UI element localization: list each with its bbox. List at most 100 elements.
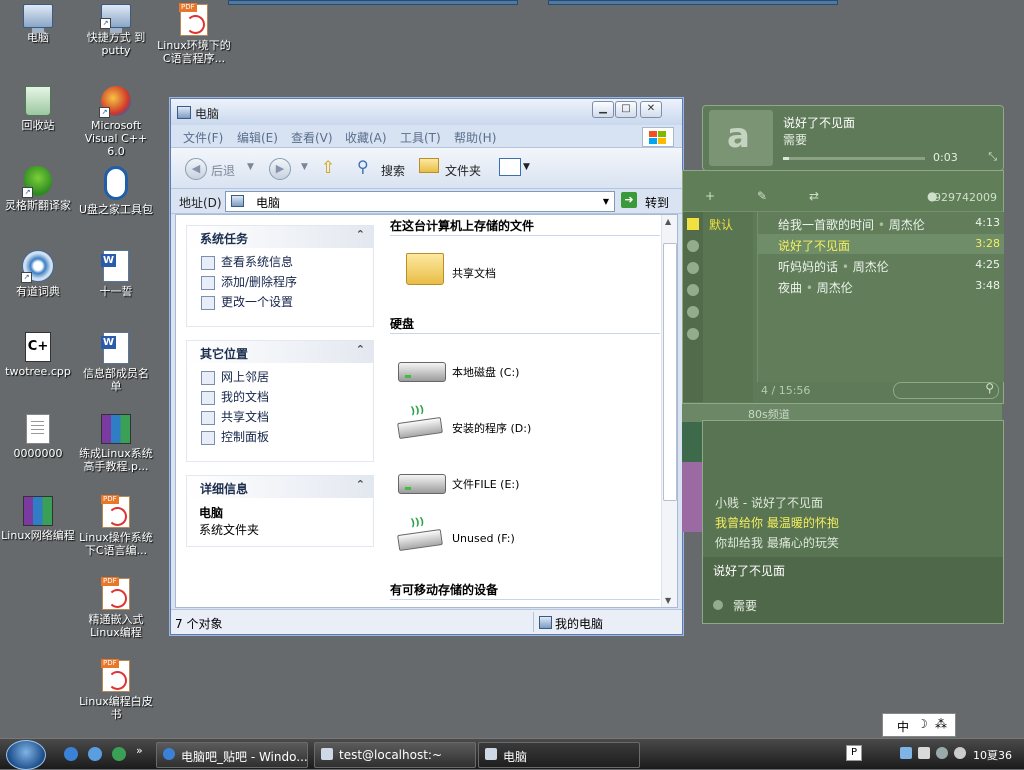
desktop-icon-youdao[interactable]: ↗ 有道词典	[0, 250, 76, 298]
collapse-icon[interactable]: ⌃	[356, 228, 365, 241]
progress-bar[interactable]	[783, 157, 925, 160]
go-button[interactable]: ➜ 转到	[621, 191, 677, 210]
menu-file[interactable]: 文件(F)	[183, 129, 223, 146]
playlist-search-input[interactable]: ⚲	[893, 381, 999, 399]
ime-mode[interactable]: 中	[897, 718, 909, 735]
list-icon[interactable]	[687, 218, 699, 230]
scrollbar-thumb[interactable]	[663, 243, 677, 501]
search-icon[interactable]: ⚲	[357, 157, 369, 176]
folder-up-icon[interactable]: ⇧	[321, 158, 335, 178]
desktop-icon-rar-linux[interactable]: 练成Linux系统高手教程.p...	[78, 414, 154, 473]
place-network[interactable]: 网上邻居	[199, 367, 373, 387]
security-tray-icon[interactable]	[954, 747, 966, 759]
desktop-icon-pdf-linux-os[interactable]: PDF Linux操作系统下C语言编...	[78, 495, 154, 557]
address-input[interactable]: 电脑 ▼	[225, 191, 615, 212]
desktop-icon-rar-network[interactable]: Linux网络编程	[0, 496, 76, 542]
player-tray-icon[interactable]	[936, 747, 948, 759]
minimize-button[interactable]: ▁	[592, 101, 614, 118]
start-button[interactable]	[6, 740, 46, 770]
task-view-system-info[interactable]: 查看系统信息	[199, 252, 373, 272]
taskbar-item-ie[interactable]: 电脑吧_贴吧 - Windo...	[156, 742, 308, 768]
folders-button[interactable]: 文件夹	[445, 162, 481, 179]
menu-tools[interactable]: 工具(T)	[400, 129, 441, 146]
network-tray-icon[interactable]	[900, 747, 912, 759]
rss-icon[interactable]	[687, 328, 699, 340]
desktop-icon-upan-tools[interactable]: U盘之家工具包	[78, 166, 154, 216]
task-add-remove-programs[interactable]: 添加/删除程序	[199, 272, 373, 292]
place-my-documents[interactable]: 我的文档	[199, 387, 373, 407]
playlist-default-tab[interactable]: 默认	[709, 216, 733, 233]
clock[interactable]: 10夏36	[973, 747, 1012, 763]
refresh-quicklaunch-icon[interactable]	[112, 747, 126, 761]
search-button[interactable]: 搜索	[381, 162, 405, 179]
window-titlebar[interactable]: 电脑 ▁ □ ✕	[171, 99, 682, 125]
ime-toolbar[interactable]: 中 ☽ ⁂	[882, 713, 956, 737]
playlist-item[interactable]: 夜曲 • 周杰伦 3:48	[758, 276, 1004, 296]
item-drive-e[interactable]: 文件FILE (E:)	[398, 464, 568, 504]
item-shared-documents[interactable]: 共享文档	[398, 253, 538, 293]
collapse-icon[interactable]: ⌃	[356, 343, 365, 356]
input-indicator-icon[interactable]: P	[846, 745, 862, 761]
address-dropdown-icon[interactable]: ▼	[598, 192, 614, 211]
more-quicklaunch-icon[interactable]: »	[136, 744, 143, 757]
album-art[interactable]	[709, 110, 773, 166]
item-drive-f[interactable]: Unused (F:)	[397, 520, 568, 560]
volume-tray-icon[interactable]	[918, 747, 930, 759]
forward-dropdown-icon[interactable]: ▼	[301, 162, 308, 172]
scroll-down-icon[interactable]: ▼	[665, 596, 671, 605]
maximize-button[interactable]: □	[615, 101, 637, 118]
close-button[interactable]: ✕	[640, 101, 662, 118]
search-icon[interactable]: ⚲	[985, 381, 994, 395]
taskbar-item-putty[interactable]: test@localhost:~	[314, 742, 476, 768]
place-shared-documents[interactable]: 共享文档	[199, 407, 373, 427]
menu-favorites[interactable]: 收藏(A)	[345, 129, 387, 146]
desktop-icon-word-members[interactable]: W 信息部成员名单	[78, 332, 154, 393]
shuffle-icon[interactable]: ⇄	[809, 189, 819, 203]
add-icon[interactable]: +	[705, 189, 715, 203]
task-change-setting[interactable]: 更改一个设置	[199, 292, 373, 312]
radio-icon[interactable]	[687, 262, 699, 274]
star-icon[interactable]	[687, 306, 699, 318]
scroll-up-icon[interactable]: ▲	[665, 217, 671, 226]
vertical-scrollbar[interactable]: ▲ ▼	[661, 215, 677, 607]
details-header[interactable]: 详细信息 ⌃	[187, 476, 373, 498]
music-icon[interactable]	[687, 240, 699, 252]
views-dropdown-icon[interactable]: ▼	[523, 162, 530, 172]
taskbar-item-explorer[interactable]: 电脑	[478, 742, 640, 768]
resize-icon[interactable]: ⤡	[988, 150, 997, 164]
desktop-icon-pdf-whitepaper[interactable]: PDF Linux编程白皮书	[78, 659, 154, 721]
desktop-icon-visual-cpp[interactable]: ↗ Microsoft Visual C++ 6.0	[78, 86, 154, 158]
back-label[interactable]: 后退	[211, 162, 235, 179]
media-quicklaunch-icon[interactable]	[88, 747, 102, 761]
menu-help[interactable]: 帮助(H)	[454, 129, 496, 146]
desktop-icon-text-file[interactable]: 0000000	[0, 414, 76, 460]
desktop-icon-pdf-linux-c[interactable]: PDF Linux环境下的C语言程序...	[156, 3, 232, 65]
place-control-panel[interactable]: 控制面板	[199, 427, 373, 447]
playlist-item[interactable]: 给我一首歌的时间 • 周杰伦 4:13	[758, 213, 1004, 233]
item-drive-d[interactable]: 安装的程序 (D:)	[397, 408, 568, 448]
desktop-icon-recycle-bin[interactable]: 回收站	[0, 86, 76, 132]
views-icon[interactable]	[499, 158, 521, 176]
other-places-header[interactable]: 其它位置 ⌃	[187, 341, 373, 363]
folders-icon[interactable]	[419, 158, 439, 173]
playlist-item-active[interactable]: 说好了不见面 3:28	[758, 234, 1004, 254]
desktop-icon-putty[interactable]: ↗ 快捷方式 到 putty	[78, 4, 154, 57]
item-drive-c[interactable]: 本地磁盘 (C:)	[398, 352, 568, 392]
desktop-icon-word-doc[interactable]: W 十一誓	[78, 250, 154, 298]
desktop-icon-cpp-file[interactable]: C+ twotree.cpp	[0, 332, 76, 378]
punctuation-icon[interactable]: ⁂	[935, 717, 947, 731]
collapse-icon[interactable]: ⌃	[356, 478, 365, 491]
forward-button[interactable]: ▶	[269, 158, 291, 180]
menu-edit[interactable]: 编辑(E)	[237, 129, 278, 146]
search-icon[interactable]	[687, 284, 699, 296]
menu-view[interactable]: 查看(V)	[291, 129, 333, 146]
system-tasks-header[interactable]: 系统任务 ⌃	[187, 226, 373, 248]
edit-icon[interactable]: ✎	[757, 189, 767, 203]
ie-quicklaunch-icon[interactable]	[64, 747, 78, 761]
back-button[interactable]: ◀	[185, 158, 207, 180]
desktop-icon-lingoes[interactable]: ↗ 灵格斯翻译家	[0, 166, 76, 212]
playlist-item[interactable]: 听妈妈的话 • 周杰伦 4:25	[758, 255, 1004, 275]
desktop-icon-pdf-embedded[interactable]: PDF 精通嵌入式Linux编程	[78, 577, 154, 639]
moon-icon[interactable]: ☽	[917, 717, 928, 731]
desktop-icon-computer[interactable]: 电脑	[0, 4, 76, 44]
